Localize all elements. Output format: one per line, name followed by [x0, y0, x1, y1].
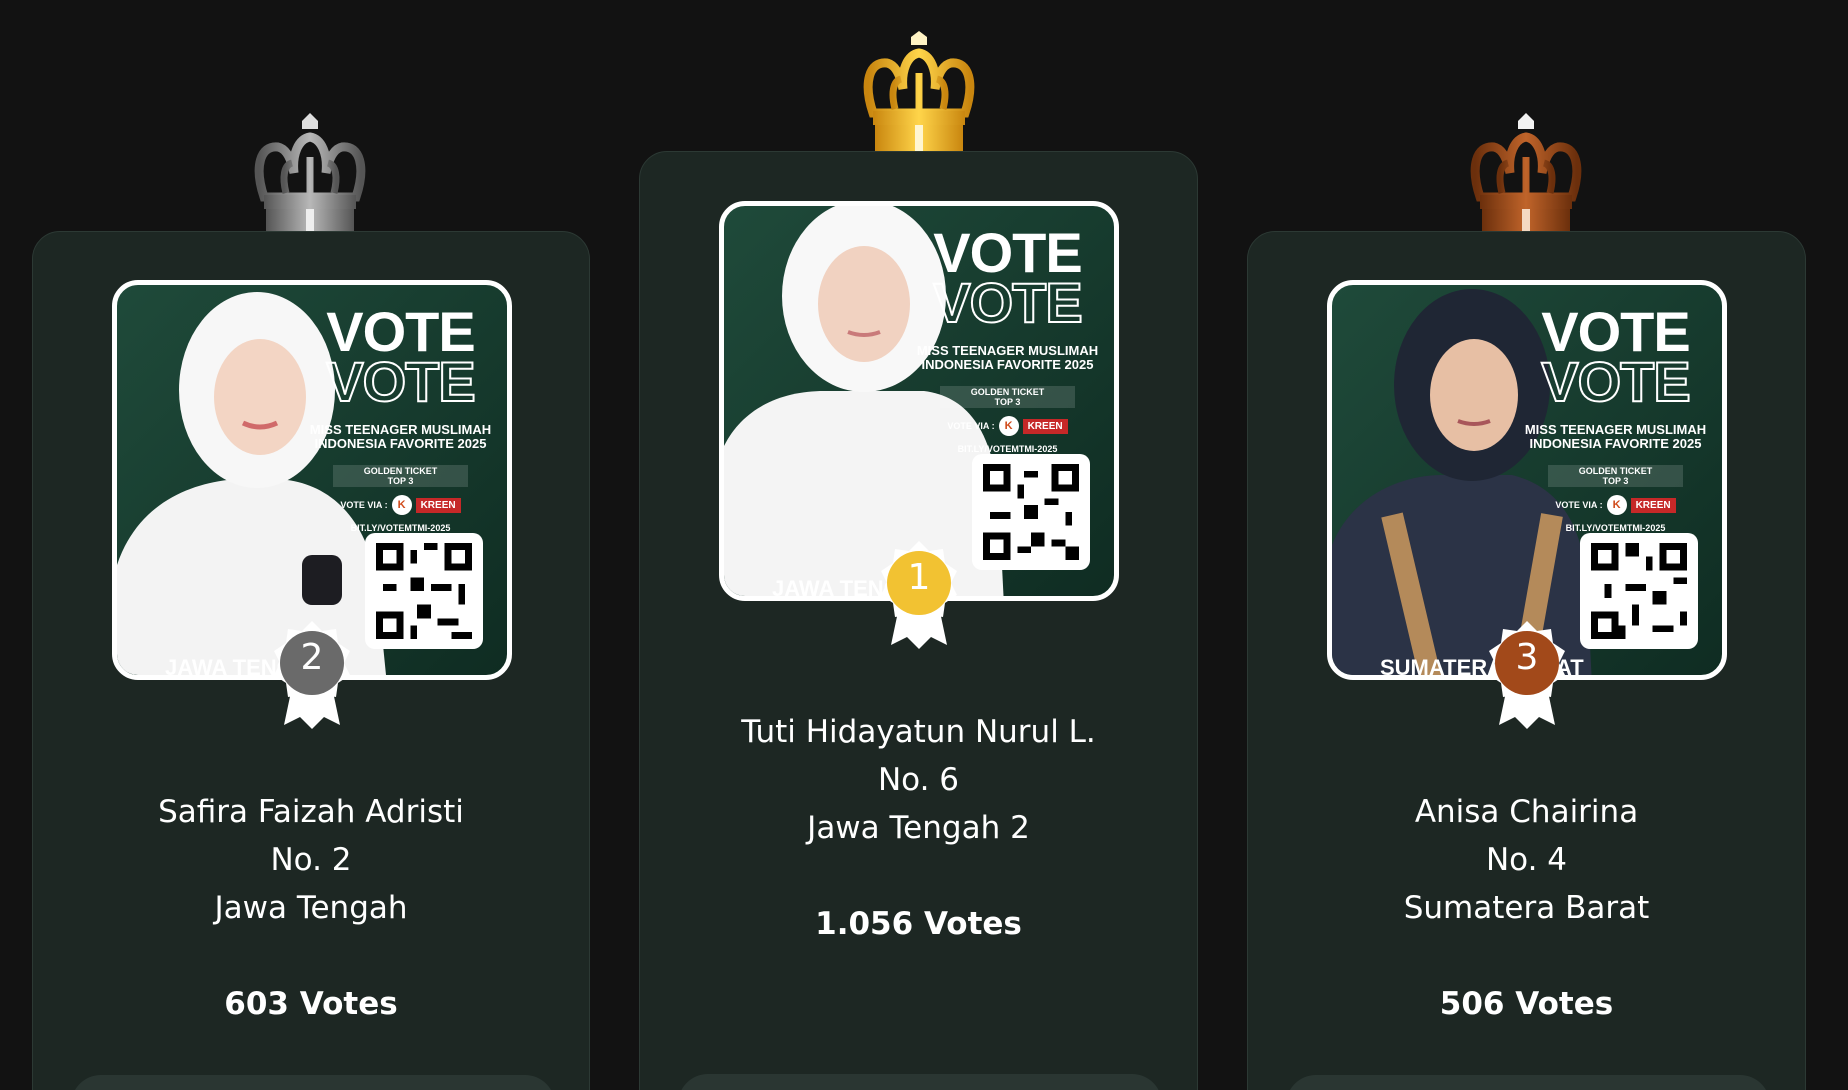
contestant-info: Safira Faizah Adristi No. 2 Jawa Tengah … [33, 788, 589, 1028]
poster-ticket: GOLDEN TICKET TOP 3 [1548, 465, 1683, 487]
contestant-info: Anisa Chairina No. 4 Sumatera Barat 506 … [1248, 788, 1805, 1028]
poster-vote-outline: VOTE [1540, 350, 1691, 413]
vote-count: 603 Votes [224, 986, 398, 1022]
contestant-name: Tuti Hidayatun Nurul L. [741, 714, 1096, 750]
poster-link: BIT.LY/VOTEMTMI-2025 [957, 444, 1058, 454]
poster-via-label: VOTE VIA : [1555, 500, 1603, 510]
vote-button[interactable] [71, 1075, 555, 1090]
poster-link: BIT.LY/VOTEMTMI-2025 [350, 523, 451, 533]
poster-kreen-badge: KREEN [415, 497, 461, 513]
qr-code-icon [365, 533, 483, 649]
contestant-name: Anisa Chairina [1414, 794, 1639, 830]
bronze-crown-icon [1464, 107, 1588, 231]
rank-medal-icon: 3 [1477, 617, 1577, 737]
contestant-number: No. 6 [877, 762, 960, 798]
poster-text: VOTE VOTE MISS TEENAGER MUSLIMAH INDONES… [915, 225, 1100, 455]
vote-count: 1.056 Votes [815, 906, 1022, 942]
qr-code-icon [1580, 533, 1698, 649]
poster-via-row: VOTE VIA : K KREEN [915, 416, 1100, 436]
poster-via-row: VOTE VIA : K KREEN [308, 495, 493, 515]
contestant-region: Jawa Tengah 2 [807, 810, 1030, 846]
contestant-number: No. 2 [270, 842, 352, 878]
poster-text: VOTE VOTE MISS TEENAGER MUSLIMAH INDONES… [308, 304, 493, 534]
contestant-number: No. 4 [1485, 842, 1568, 878]
contestant-info: Tuti Hidayatun Nurul L. No. 6 Jawa Tenga… [640, 708, 1197, 948]
gold-crown-icon [857, 29, 981, 153]
poster-kreen-badge: KREEN [1022, 418, 1068, 434]
poster-via-row: VOTE VIA : K KREEN [1523, 495, 1708, 515]
poster-kreen-badge: KREEN [1630, 497, 1676, 513]
rank-number: 2 [300, 637, 324, 678]
poster-via-label: VOTE VIA : [947, 421, 995, 431]
poster-subtitle: MISS TEENAGER MUSLIMAH INDONESIA FAVORIT… [309, 422, 492, 451]
rank-number: 3 [1515, 637, 1539, 678]
contestant-card-rank-1[interactable]: VOTE VOTE MISS TEENAGER MUSLIMAH INDONES… [639, 151, 1198, 1090]
contestant-card-rank-3[interactable]: VOTE VOTE MISS TEENAGER MUSLIMAH INDONES… [1247, 231, 1806, 1090]
rank-number: 1 [907, 557, 931, 598]
contestant-card-rank-2[interactable]: VOTE VOTE MISS TEENAGER MUSLIMAH INDONES… [32, 231, 590, 1090]
qr-code-icon [972, 454, 1090, 570]
contestant-region: Jawa Tengah [214, 890, 408, 926]
poster-via-label: VOTE VIA : [340, 500, 388, 510]
contestant-region: Sumatera Barat [1403, 890, 1650, 926]
silver-crown-icon [248, 107, 372, 231]
kreen-logo-icon: K [998, 416, 1019, 436]
rank-medal-icon: 1 [869, 537, 969, 657]
kreen-logo-icon: K [1606, 495, 1627, 515]
poster-ticket: GOLDEN TICKET TOP 3 [333, 465, 468, 487]
vote-count: 506 Votes [1439, 986, 1614, 1022]
poster-subtitle: MISS TEENAGER MUSLIMAH INDONESIA FAVORIT… [916, 343, 1099, 372]
rank-medal-icon: 2 [262, 617, 362, 737]
poster-text: VOTE VOTE MISS TEENAGER MUSLIMAH INDONES… [1523, 304, 1708, 534]
vote-button[interactable] [678, 1074, 1162, 1090]
poster-ticket: GOLDEN TICKET TOP 3 [940, 386, 1075, 408]
poster-subtitle: MISS TEENAGER MUSLIMAH INDONESIA FAVORIT… [1524, 422, 1707, 451]
contestant-name: Safira Faizah Adristi [158, 794, 464, 830]
vote-button[interactable] [1286, 1075, 1770, 1090]
poster-vote-outline: VOTE [325, 350, 476, 413]
poster-vote-outline: VOTE [932, 271, 1083, 334]
poster-link: BIT.LY/VOTEMTMI-2025 [1565, 523, 1666, 533]
kreen-logo-icon: K [391, 495, 412, 515]
